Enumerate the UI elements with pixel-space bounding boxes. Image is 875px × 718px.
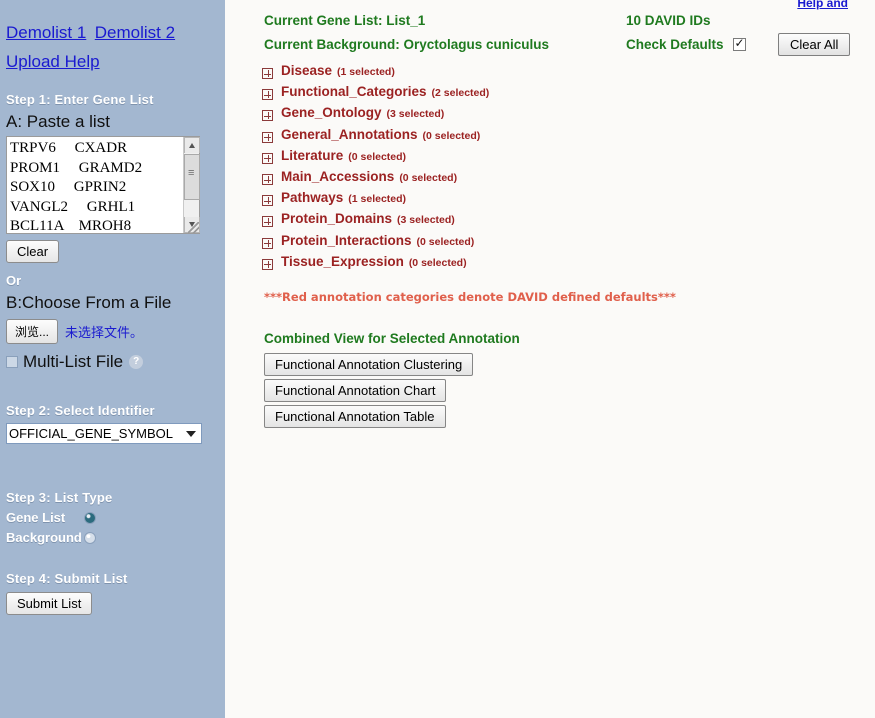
- paste-a-list-label: A: Paste a list: [6, 112, 110, 131]
- functional-annotation-table-button[interactable]: Functional Annotation Table: [264, 405, 446, 428]
- annotation-category-name: Disease: [281, 63, 333, 78]
- choose-from-file-label: B:Choose From a File: [6, 293, 172, 312]
- main-content: Help and Current Gene List: List_1 Curre…: [233, 0, 875, 718]
- annotation-category-row[interactable]: Pathways (1 selected): [262, 190, 489, 211]
- annotation-category-row[interactable]: Literature (0 selected): [262, 148, 489, 169]
- gene-list-textarea[interactable]: [6, 136, 200, 234]
- gene-list-radio[interactable]: [84, 511, 96, 524]
- textarea-resize-grip[interactable]: [188, 222, 199, 233]
- functional-annotation-clustering-button[interactable]: Functional Annotation Clustering: [264, 353, 474, 376]
- annotation-category-name: Functional_Categories: [281, 84, 427, 100]
- demolist-1-link[interactable]: Demolist 1: [6, 23, 86, 42]
- help-and-link[interactable]: Help and: [797, 0, 848, 10]
- background-radio-label: Background: [6, 530, 82, 545]
- or-label: Or: [6, 273, 22, 288]
- annotation-category-row[interactable]: Tissue_Expression (0 selected): [262, 254, 489, 275]
- expand-plus-icon[interactable]: [262, 195, 273, 207]
- textarea-scrollbar[interactable]: [183, 137, 200, 233]
- annotation-category-name: Pathways: [281, 190, 344, 206]
- annotation-category-name: Protein_Interactions: [281, 232, 412, 248]
- background-radio-row[interactable]: Background: [6, 530, 219, 545]
- expand-plus-icon[interactable]: [262, 68, 273, 80]
- annotation-category-row[interactable]: Protein_Domains (3 selected): [262, 211, 489, 232]
- annotation-category-count: (0 selected): [416, 235, 475, 248]
- expand-plus-icon[interactable]: [262, 237, 273, 249]
- sidebar: Demolist 1 Demolist 2 Upload Help Step 1…: [0, 0, 225, 718]
- annotation-category-name: General_Annotations: [281, 126, 418, 142]
- functional-annotation-chart-button[interactable]: Functional Annotation Chart: [264, 379, 447, 402]
- submit-list-button[interactable]: Submit List: [6, 592, 93, 615]
- annotation-category-name: Gene_Ontology: [281, 105, 382, 121]
- annotation-category-name: Protein_Domains: [281, 211, 393, 227]
- multi-list-file-row[interactable]: Multi-List File ?: [6, 352, 219, 372]
- annotation-category-row[interactable]: Functional_Categories (2 selected): [262, 84, 489, 105]
- gene-list-textarea-wrapper: [6, 136, 200, 234]
- expand-plus-icon[interactable]: [262, 258, 273, 270]
- scroll-up-arrow-icon[interactable]: [184, 137, 200, 153]
- background-radio[interactable]: [84, 531, 96, 544]
- expand-plus-icon[interactable]: [262, 89, 273, 101]
- upload-help-link[interactable]: Upload Help: [6, 52, 100, 71]
- step4-title: Step 4: Submit List: [6, 571, 128, 586]
- annotation-category-row[interactable]: Protein_Interactions (0 selected): [262, 233, 489, 254]
- david-gene-functional-classification-page: Demolist 1 Demolist 2 Upload Help Step 1…: [0, 0, 875, 718]
- current-gene-list-label: Current Gene List: List_1: [264, 13, 426, 28]
- expand-plus-icon[interactable]: [262, 174, 273, 186]
- expand-plus-icon[interactable]: [262, 131, 273, 143]
- sidebar-links: Demolist 1 Demolist 2 Upload Help: [6, 0, 219, 76]
- help-question-icon[interactable]: ?: [129, 355, 144, 369]
- identifier-selected-value: OFFICIAL_GENE_SYMBOL: [9, 426, 173, 441]
- multi-list-file-label: Multi-List File: [23, 352, 124, 371]
- step3-title: Step 3: List Type: [6, 490, 113, 505]
- chevron-down-icon: [186, 431, 196, 437]
- step1-title: Step 1: Enter Gene List: [6, 92, 154, 107]
- gene-list-radio-label: Gene List: [6, 510, 66, 525]
- check-defaults-checkbox[interactable]: [732, 36, 746, 51]
- multi-list-file-checkbox[interactable]: [6, 356, 18, 368]
- expand-plus-icon[interactable]: [262, 152, 273, 164]
- annotation-category-count: (1 selected): [337, 66, 395, 78]
- annotation-category-count: (0 selected): [422, 129, 481, 142]
- annotation-category-row[interactable]: General_Annotations (0 selected): [262, 127, 489, 148]
- demolist-2-link[interactable]: Demolist 2: [95, 23, 175, 42]
- annotation-category-name: Tissue_Expression: [281, 253, 404, 269]
- browse-button[interactable]: 浏览...: [6, 319, 59, 344]
- annotation-category-count: (3 selected): [386, 108, 445, 121]
- check-defaults-row[interactable]: Check Defaults: [626, 36, 746, 52]
- combined-view-title: Combined View for Selected Annotation: [264, 331, 520, 346]
- demolist-links-row: Demolist 1 Demolist 2: [6, 20, 219, 47]
- annotation-category-row[interactable]: Main_Accessions (0 selected): [262, 169, 489, 190]
- annotation-category-count: (2 selected): [431, 87, 490, 100]
- file-input-row: 浏览... 未选择文件。: [6, 319, 219, 344]
- annotation-category-count: (3 selected): [397, 214, 455, 227]
- annotation-category-list: Disease (1 selected) Functional_Categories…: [262, 63, 489, 275]
- annotation-category-row[interactable]: Disease (1 selected): [262, 63, 489, 84]
- clear-button[interactable]: Clear: [6, 240, 60, 263]
- annotation-category-name: Literature: [281, 147, 344, 163]
- current-background-label: Current Background: Oryctolagus cuniculu…: [264, 37, 550, 52]
- david-ids-count: 10 DAVID IDs: [626, 13, 711, 28]
- gene-list-radio-row[interactable]: Gene List: [6, 510, 219, 525]
- expand-plus-icon[interactable]: [262, 110, 273, 122]
- identifier-select[interactable]: OFFICIAL_GENE_SYMBOL: [6, 423, 202, 444]
- annotation-category-count: (0 selected): [399, 171, 458, 184]
- check-defaults-label: Check Defaults: [626, 37, 724, 52]
- expand-plus-icon[interactable]: [262, 216, 273, 228]
- clear-all-button[interactable]: Clear All: [778, 33, 851, 56]
- upload-help-row: Upload Help: [6, 49, 219, 76]
- annotation-category-count: (0 selected): [348, 150, 407, 163]
- no-file-selected-text: 未选择文件。: [65, 325, 144, 340]
- annotation-category-row[interactable]: Gene_Ontology (3 selected): [262, 105, 489, 126]
- scrollbar-thumb[interactable]: [184, 154, 200, 200]
- red-defaults-note: ***Red annotation categories denote DAVI…: [264, 290, 676, 304]
- annotation-category-count: (0 selected): [408, 256, 467, 269]
- annotation-category-name: Main_Accessions: [281, 168, 395, 184]
- step2-title: Step 2: Select Identifier: [6, 403, 155, 418]
- annotation-category-count: (1 selected): [348, 193, 407, 206]
